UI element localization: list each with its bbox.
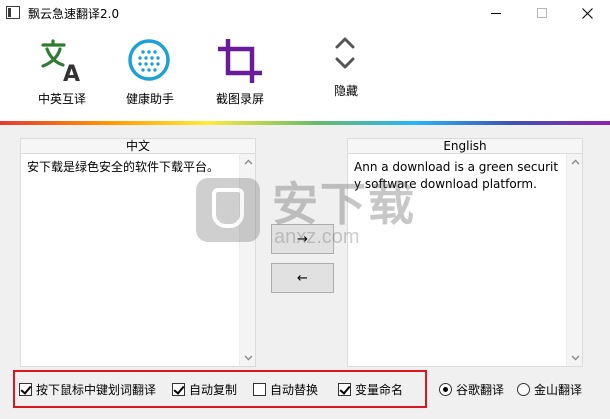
chevron-down-icon xyxy=(244,355,252,361)
checkbox-label: 自动复制 xyxy=(189,382,238,397)
middle-click-translate-checkbox[interactable]: 按下鼠标中键划词翻译 xyxy=(19,381,156,397)
toolbar-translate-label: 中英互译 xyxy=(37,92,86,106)
close-icon xyxy=(581,7,593,19)
google-translate-radio[interactable]: 谷歌翻译 xyxy=(439,381,504,397)
health-assistant-icon xyxy=(128,39,170,81)
target-scrollbar[interactable] xyxy=(566,154,582,366)
toolbar-hide-button[interactable]: 隐藏 xyxy=(316,26,376,122)
minimize-button[interactable] xyxy=(473,0,519,26)
translate-forward-button[interactable]: → xyxy=(271,224,334,254)
scroll-down-button[interactable] xyxy=(240,350,256,366)
svg-text:A: A xyxy=(63,62,80,83)
radio-unselected[interactable] xyxy=(517,382,530,396)
target-text: Ann a download is a green security softw… xyxy=(354,160,559,191)
chevron-up-down-icon xyxy=(335,37,355,69)
crop-icon xyxy=(218,39,262,83)
checkbox-checked[interactable] xyxy=(338,382,351,396)
toolbar-translate-button[interactable]: A 中英互译 xyxy=(22,26,102,122)
translate-backward-button[interactable]: ← xyxy=(271,263,334,293)
chevron-up-icon xyxy=(571,159,579,165)
translate-icon: A xyxy=(41,39,80,83)
checkbox-label: 按下鼠标中键划词翻译 xyxy=(36,382,157,397)
auto-replace-checkbox[interactable]: 自动替换 xyxy=(253,381,318,397)
auto-copy-checkbox[interactable]: 自动复制 xyxy=(172,381,237,397)
toolbar-screenshot-button[interactable]: 截图录屏 xyxy=(200,26,280,122)
chevron-down-icon xyxy=(571,355,579,361)
minimize-icon xyxy=(491,12,501,14)
checkbox-label: 自动替换 xyxy=(270,382,319,397)
toolbar-screenshot-label: 截图录屏 xyxy=(215,92,264,106)
scroll-down-button[interactable] xyxy=(567,350,583,366)
toolbar: A 中英互译 健康助手 截图录屏 隐藏 xyxy=(0,26,610,122)
source-scrollbar[interactable] xyxy=(239,154,255,366)
target-panel-header: English xyxy=(347,138,583,153)
toolbar-hide-label: 隐藏 xyxy=(333,84,358,98)
checkbox-unchecked[interactable] xyxy=(253,382,266,396)
source-panel-header: 中文 xyxy=(20,138,256,153)
source-text: 安下载是绿色安全的软件下载平台。 xyxy=(27,160,220,174)
source-text-area[interactable]: 安下载是绿色安全的软件下载平台。 xyxy=(20,153,256,367)
chevron-up-icon xyxy=(244,159,252,165)
checkbox-checked[interactable] xyxy=(19,382,32,396)
close-button[interactable] xyxy=(564,0,610,26)
kingsoft-translate-radio[interactable]: 金山翻译 xyxy=(517,381,582,397)
radio-label: 金山翻译 xyxy=(534,382,583,397)
maximize-button[interactable] xyxy=(519,0,565,26)
window-title: 飘云急速翻译2.0 xyxy=(28,7,120,21)
checkbox-checked[interactable] xyxy=(172,382,185,396)
scroll-up-button[interactable] xyxy=(240,154,256,170)
target-text-area[interactable]: Ann a download is a green security softw… xyxy=(347,153,583,367)
checkbox-label: 变量命名 xyxy=(355,382,404,397)
toolbar-health-assistant-button[interactable]: 健康助手 xyxy=(110,26,190,122)
radio-label: 谷歌翻译 xyxy=(456,382,505,397)
app-icon xyxy=(6,6,20,19)
scroll-up-button[interactable] xyxy=(567,154,583,170)
radio-selected[interactable] xyxy=(439,382,452,396)
maximize-icon xyxy=(537,8,547,18)
variable-naming-checkbox[interactable]: 变量命名 xyxy=(338,381,403,397)
toolbar-health-assistant-label: 健康助手 xyxy=(125,92,174,106)
title-bar: 飘云急速翻译2.0 xyxy=(0,0,610,26)
rainbow-divider xyxy=(0,121,610,125)
